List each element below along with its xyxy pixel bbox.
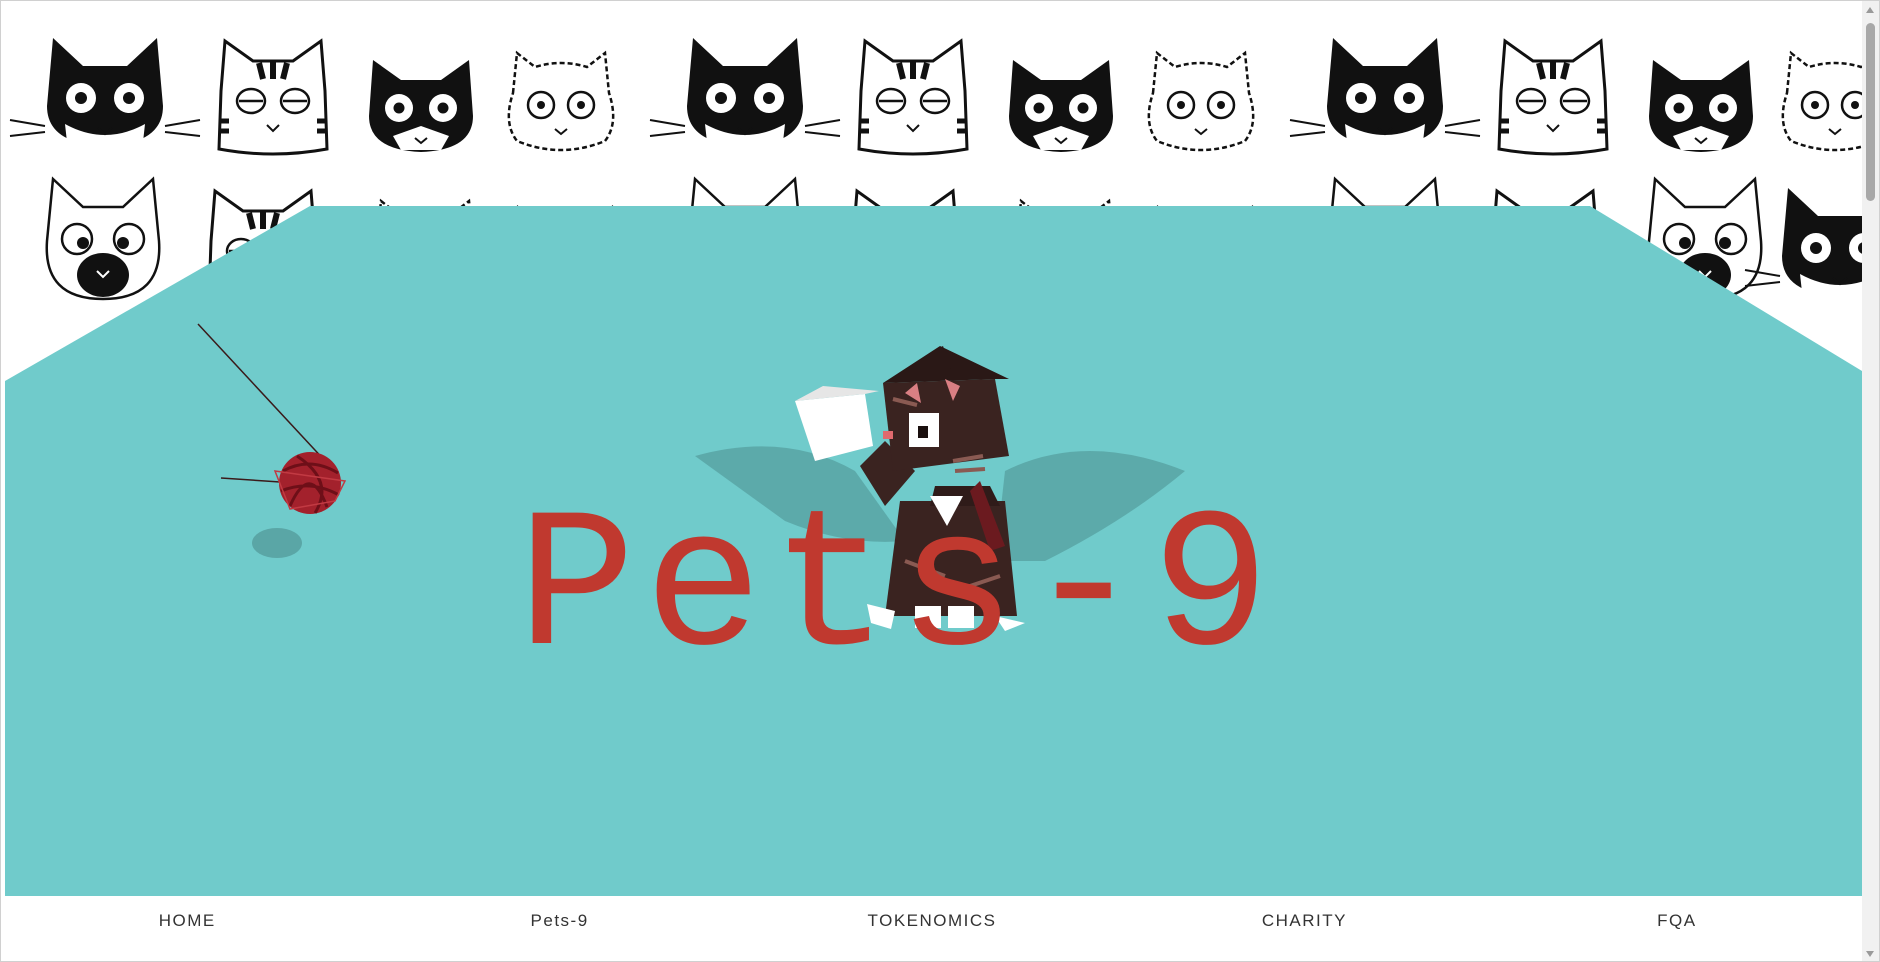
nav-tokenomics-link[interactable]: TOKENOMICS: [746, 911, 1118, 931]
scroll-down-arrow-icon[interactable]: [1866, 951, 1874, 957]
nav-charity-link[interactable]: CHARITY: [1118, 911, 1490, 931]
pet-scene-3d[interactable]: [5, 1, 1862, 896]
main-navigation: HOME Pets-9 TOKENOMICS CHARITY FQA: [1, 896, 1863, 946]
nav-fqa-link[interactable]: FQA: [1491, 911, 1863, 931]
browser-viewport: Pets-9 HOME Pets-9 TOKENOMICS CHARITY FQ…: [0, 0, 1880, 962]
vertical-scrollbar[interactable]: [1862, 1, 1879, 961]
nav-pets9-link[interactable]: Pets-9: [373, 911, 745, 931]
scrollbar-thumb[interactable]: [1866, 23, 1875, 201]
hero-section: Pets-9: [5, 1, 1862, 896]
scroll-up-arrow-icon[interactable]: [1866, 7, 1874, 13]
yarn-shadow: [252, 528, 302, 558]
nav-home-link[interactable]: HOME: [1, 911, 373, 931]
